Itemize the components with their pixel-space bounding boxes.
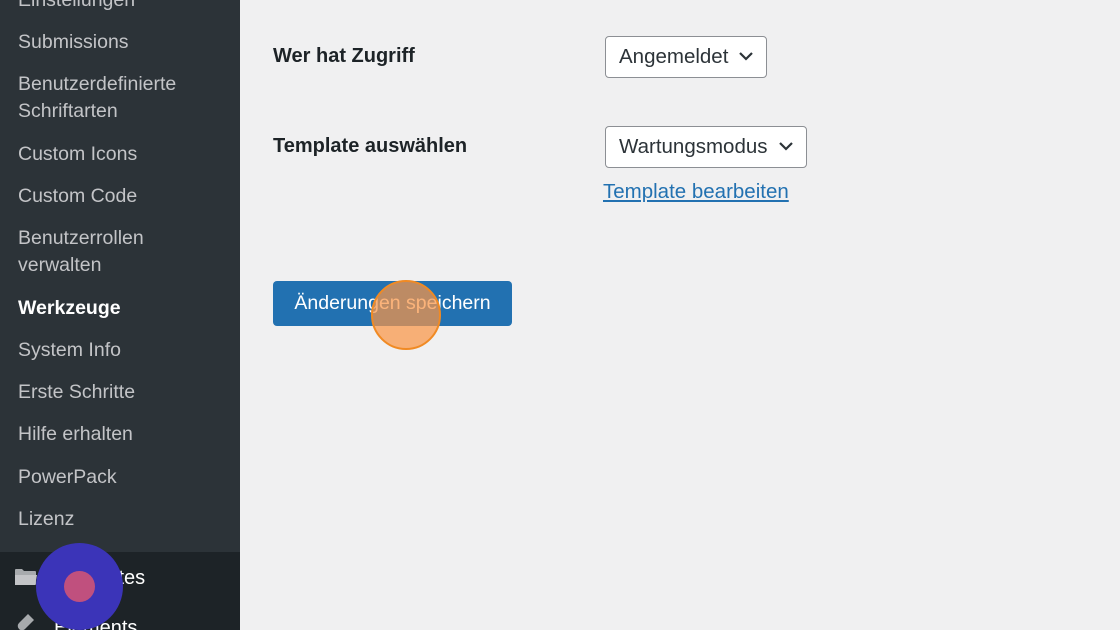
- save-changes-button[interactable]: Änderungen speichern: [273, 281, 512, 326]
- sidebar-item-custom-icons[interactable]: Custom Icons: [18, 141, 228, 168]
- sidebar-item-custom-code[interactable]: Custom Code: [18, 183, 228, 210]
- folder-icon: [14, 567, 38, 587]
- sidebar-item-erste-schritte[interactable]: Erste Schritte: [18, 379, 228, 406]
- access-label: Wer hat Zugriff: [273, 45, 415, 67]
- admin-sidebar: Einstellungen Submissions Benutzerdefini…: [0, 0, 240, 630]
- chevron-down-icon: [778, 142, 793, 151]
- template-label: Template auswählen: [273, 135, 468, 157]
- edit-template-link[interactable]: Template bearbeiten: [603, 178, 789, 206]
- plug-icon: [14, 612, 38, 630]
- sidebar-item-lizenz[interactable]: Lizenz: [18, 506, 228, 533]
- access-select-value: Angemeldet: [619, 45, 729, 68]
- sidebar-item-einstellungen[interactable]: Einstellungen: [18, 0, 228, 14]
- sidebar-item-werkzeuge[interactable]: Werkzeuge: [18, 295, 228, 322]
- sidebar-item-powerpack[interactable]: PowerPack: [18, 464, 228, 491]
- chevron-down-icon: [739, 52, 754, 61]
- sidebar-item-role-manager[interactable]: Benutzerrollen verwalten: [18, 225, 228, 279]
- sidebar-item-custom-fonts[interactable]: Benutzerdefinierte Schriftarten: [18, 71, 228, 125]
- sidebar-item-hilfe-erhalten[interactable]: Hilfe erhalten: [18, 421, 228, 448]
- access-select[interactable]: Angemeldet: [605, 36, 768, 78]
- sidebar-item-submissions[interactable]: Submissions: [18, 29, 228, 56]
- sidebar-item-system-info[interactable]: System Info: [18, 337, 228, 364]
- settings-panel: Wer hat Zugriff Angemeldet Template ausw…: [240, 0, 1120, 630]
- cursor-indicator-center: [64, 571, 95, 602]
- template-select-value: Wartungsmodus: [619, 135, 768, 158]
- template-select[interactable]: Wartungsmodus: [605, 126, 807, 168]
